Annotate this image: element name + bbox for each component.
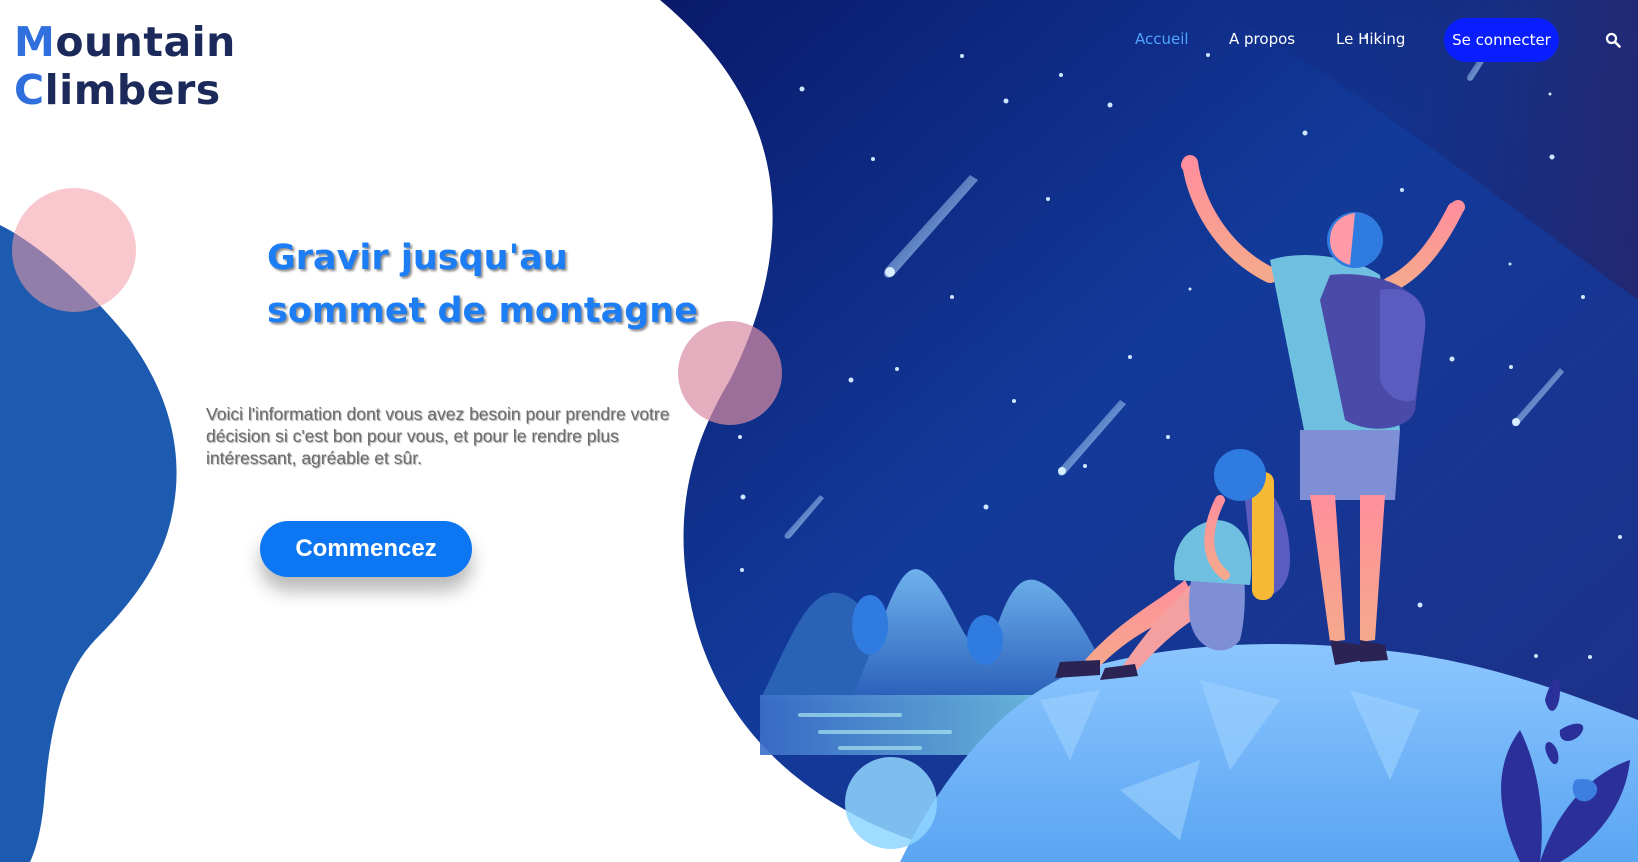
brand-line-2: Climbers: [14, 66, 221, 114]
main-nav: Accueil A propos Le Hiking Se connecter: [0, 18, 1638, 62]
decor-circle-light: [845, 757, 937, 849]
nav-link-accueil[interactable]: Accueil: [1135, 30, 1189, 48]
nav-link-le-hiking[interactable]: Le Hiking: [1336, 30, 1405, 48]
login-button[interactable]: Se connecter: [1444, 18, 1559, 62]
hero-headline-line-2: sommet de montagne: [267, 291, 698, 331]
start-button[interactable]: Commencez: [260, 521, 472, 577]
left-blob: [0, 225, 177, 862]
hero-description: Voici l'information dont vous avez besoi…: [206, 404, 670, 468]
search-icon[interactable]: [1605, 32, 1621, 48]
hero-headline: Gravir jusqu'au sommet de montagne: [267, 232, 707, 338]
nav-link-a-propos[interactable]: A propos: [1229, 30, 1295, 48]
hero-headline-line-1: Gravir jusqu'au: [267, 238, 568, 278]
decor-circle-pink: [12, 188, 136, 312]
